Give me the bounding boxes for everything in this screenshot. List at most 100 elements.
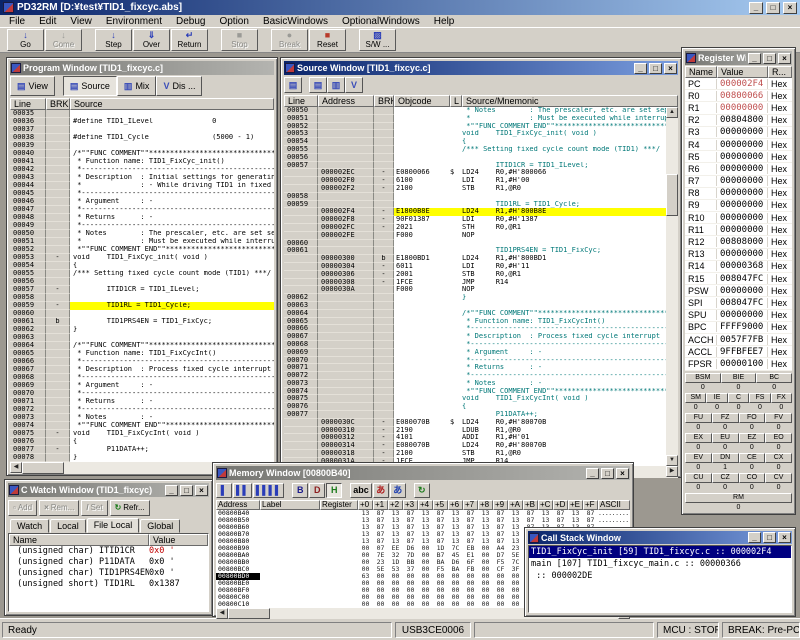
menu-item-option[interactable]: Option (212, 16, 255, 27)
program-row[interactable]: 00077- P11DATA++; (10, 446, 274, 454)
program-row[interactable]: 00075-void TID1_FixCycInt( void ) (10, 430, 274, 438)
program-row[interactable]: 00051 * : Must be executed while interru… (10, 238, 274, 246)
register-row[interactable]: R400000000Hex (685, 139, 792, 151)
program-row[interactable]: 00069 * Argument : - (10, 382, 274, 390)
source-window-titlebar[interactable]: Source Window [TID1_fixcyc.c] _ □ × (284, 61, 678, 75)
program-row[interactable]: 00049 *---------------------------------… (10, 222, 274, 230)
program-row[interactable]: 00074 *""FUNC COMMENT END""*************… (10, 422, 274, 430)
program-row[interactable]: 00053-void TID1_FixCyc_init( void ) (10, 254, 274, 262)
flag-fv-button[interactable]: FV (765, 413, 792, 423)
flag-fs-button[interactable]: FS (749, 393, 770, 403)
program-row[interactable]: 00062} (10, 326, 274, 334)
program-row[interactable]: 00044 * : - While driving TID1 in fixed … (10, 182, 274, 190)
toolbar-over-button[interactable]: ⇓Over (133, 29, 170, 51)
memory-byte[interactable]: 00 (433, 601, 448, 608)
program-row[interactable]: 00054{ (10, 262, 274, 270)
menu-item-file[interactable]: File (2, 16, 32, 27)
memory-maximize-button[interactable]: □ (601, 468, 614, 479)
flag-fz-button[interactable]: FZ (712, 413, 739, 423)
program-row[interactable]: 00038#define TID1_Cycle (5000 - 1) (10, 134, 274, 142)
memory-minimize-button[interactable]: _ (586, 468, 599, 479)
callstack-entry[interactable]: :: 000002DE (529, 570, 791, 582)
program-row[interactable]: 00068 *---------------------------------… (10, 374, 274, 382)
program-row[interactable]: 00052 *""FUNC COMMENT END""*************… (10, 246, 274, 254)
program-row[interactable]: 00061b TID1PRS4EN = TID1_FixCyc; (10, 318, 274, 326)
register-row[interactable]: FPSR00000100Hex (685, 358, 792, 370)
source-row[interactable]: 000002F8-90F01387LDI R0,#H'1387 (284, 216, 666, 224)
source-row[interactable]: 000002FEF000NOP (284, 232, 666, 240)
toolbar-return-button[interactable]: ↵Return (171, 29, 208, 51)
minimize-button[interactable]: _ (749, 2, 763, 14)
scroll-thumb[interactable] (666, 174, 678, 216)
flag-c-button[interactable]: C (728, 393, 749, 403)
flag-dn-button[interactable]: DN (712, 453, 739, 463)
source-row[interactable]: 00000314-E080070BLD24 R0,#H'80070B (284, 442, 666, 450)
source-row[interactable]: 00000306-2001STB R0,@R1 (284, 271, 666, 279)
program-row[interactable]: 00066 *---------------------------------… (10, 358, 274, 366)
callstack-window-titlebar[interactable]: Call Stack Window _ □ × (528, 531, 792, 544)
program-row[interactable]: 00041 * Function name: TID1_FixCyc_init(… (10, 158, 274, 166)
menu-item-view[interactable]: View (63, 16, 99, 27)
program-row[interactable]: 00055/*** Setting fixed cycle count mode… (10, 270, 274, 278)
program-row[interactable]: 00065 * Function name: TID1_FixCycInt() (10, 350, 274, 358)
memory-group-word-button[interactable]: ▌▌▌▌ (253, 483, 285, 498)
memory-byte[interactable]: 00 (463, 601, 478, 608)
source-row[interactable]: 000002F0-6100LDI R1,#H'00 (284, 177, 666, 185)
watch-tab-local[interactable]: Local (50, 519, 86, 533)
register-row[interactable]: R000800066Hex (685, 90, 792, 102)
memory-euc-mode-button[interactable]: あ (390, 483, 406, 498)
scroll-down-icon[interactable]: ▼ (666, 455, 678, 466)
source-row[interactable]: 00000310-2190LDUB R1,@R0 (284, 427, 666, 435)
register-maximize-button[interactable]: □ (763, 53, 776, 64)
program-row[interactable]: 00073 * Notes : - (10, 414, 274, 422)
source-row[interactable]: 00059 TID1RL = TID1_Cycle; (284, 201, 666, 209)
flag-bc-button[interactable]: BC (756, 373, 792, 383)
register-row[interactable]: R1300000000Hex (685, 249, 792, 261)
program-row[interactable]: 00046 * Argument : - (10, 198, 274, 206)
flag-fu-button[interactable]: FU (685, 413, 712, 423)
memory-refresh-button[interactable]: ↻ (414, 483, 430, 498)
program-row[interactable]: 00039 (10, 142, 274, 150)
callstack-entry[interactable]: TID1_FixCyc_init [59] TID1_fixcyc.c :: 0… (529, 546, 791, 558)
source-row[interactable]: 00070 *---------------------------------… (284, 357, 666, 365)
flag-ev-button[interactable]: EV (685, 453, 712, 463)
watch-tab-global[interactable]: Global (140, 519, 180, 533)
watch-window-titlebar[interactable]: C Watch Window (TID1_fixcyc) _ □ × (8, 483, 209, 497)
watch-tab-watch[interactable]: Watch (10, 519, 49, 533)
program-row[interactable]: 00045 *---------------------------------… (10, 190, 274, 198)
source-row[interactable]: 00076{ (284, 403, 666, 411)
source-view-button[interactable]: ▤ (284, 77, 302, 93)
source-row[interactable]: 00064/*""FUNC COMMENT""*****************… (284, 310, 666, 318)
program-row[interactable]: 00036#define TID1_ILevel 0 (10, 118, 274, 126)
source-maximize-button[interactable]: □ (649, 63, 662, 74)
memory-decimal-button[interactable]: D (309, 483, 325, 498)
register-row[interactable]: R100000000Hex (685, 102, 792, 114)
source-row[interactable]: 00069 * Argument : - (284, 349, 666, 357)
memory-byte[interactable]: 00 (493, 601, 508, 608)
memory-byte[interactable]: 00 (373, 601, 388, 608)
register-row[interactable]: R1400000368Hex (685, 261, 792, 273)
memory-byte[interactable]: 00 (508, 601, 523, 608)
register-window-titlebar[interactable]: Register Window _ □ × (685, 51, 792, 65)
register-row[interactable]: PC000002F4Hex (685, 78, 792, 90)
register-row[interactable]: R15008047FCHex (685, 273, 792, 285)
register-minimize-button[interactable]: _ (748, 53, 761, 64)
register-row[interactable]: R500000000Hex (685, 151, 792, 163)
callstack-minimize-button[interactable]: _ (748, 532, 761, 543)
toolbar-step-button[interactable]: ↓Step (95, 29, 132, 51)
program-window-titlebar[interactable]: Program Window [TID1_fixcyc.c] (10, 61, 274, 75)
source-source-button[interactable]: ▤ (309, 77, 327, 93)
memory-window-titlebar[interactable]: Memory Window [00800B40] _ □ × (216, 466, 630, 480)
program-view-dis-button[interactable]: VDis ... (156, 76, 202, 96)
flag-cz-button[interactable]: CZ (712, 473, 739, 483)
scroll-left-icon[interactable]: ◀ (216, 608, 228, 619)
register-row[interactable]: PSW00000000Hex (685, 285, 792, 297)
register-row[interactable]: R700000000Hex (685, 176, 792, 188)
program-view-source-button[interactable]: ▤Source (63, 76, 117, 96)
source-row[interactable]: 00067 * Description : Process fixed cycl… (284, 333, 666, 341)
source-row[interactable]: 00072 *---------------------------------… (284, 372, 666, 380)
watch-tab-file-local[interactable]: File Local (87, 518, 140, 533)
register-row[interactable]: R800000000Hex (685, 188, 792, 200)
memory-ascii-mode-button[interactable]: abc (350, 483, 372, 498)
toolbar-reset-button[interactable]: ■Reset (309, 29, 346, 51)
